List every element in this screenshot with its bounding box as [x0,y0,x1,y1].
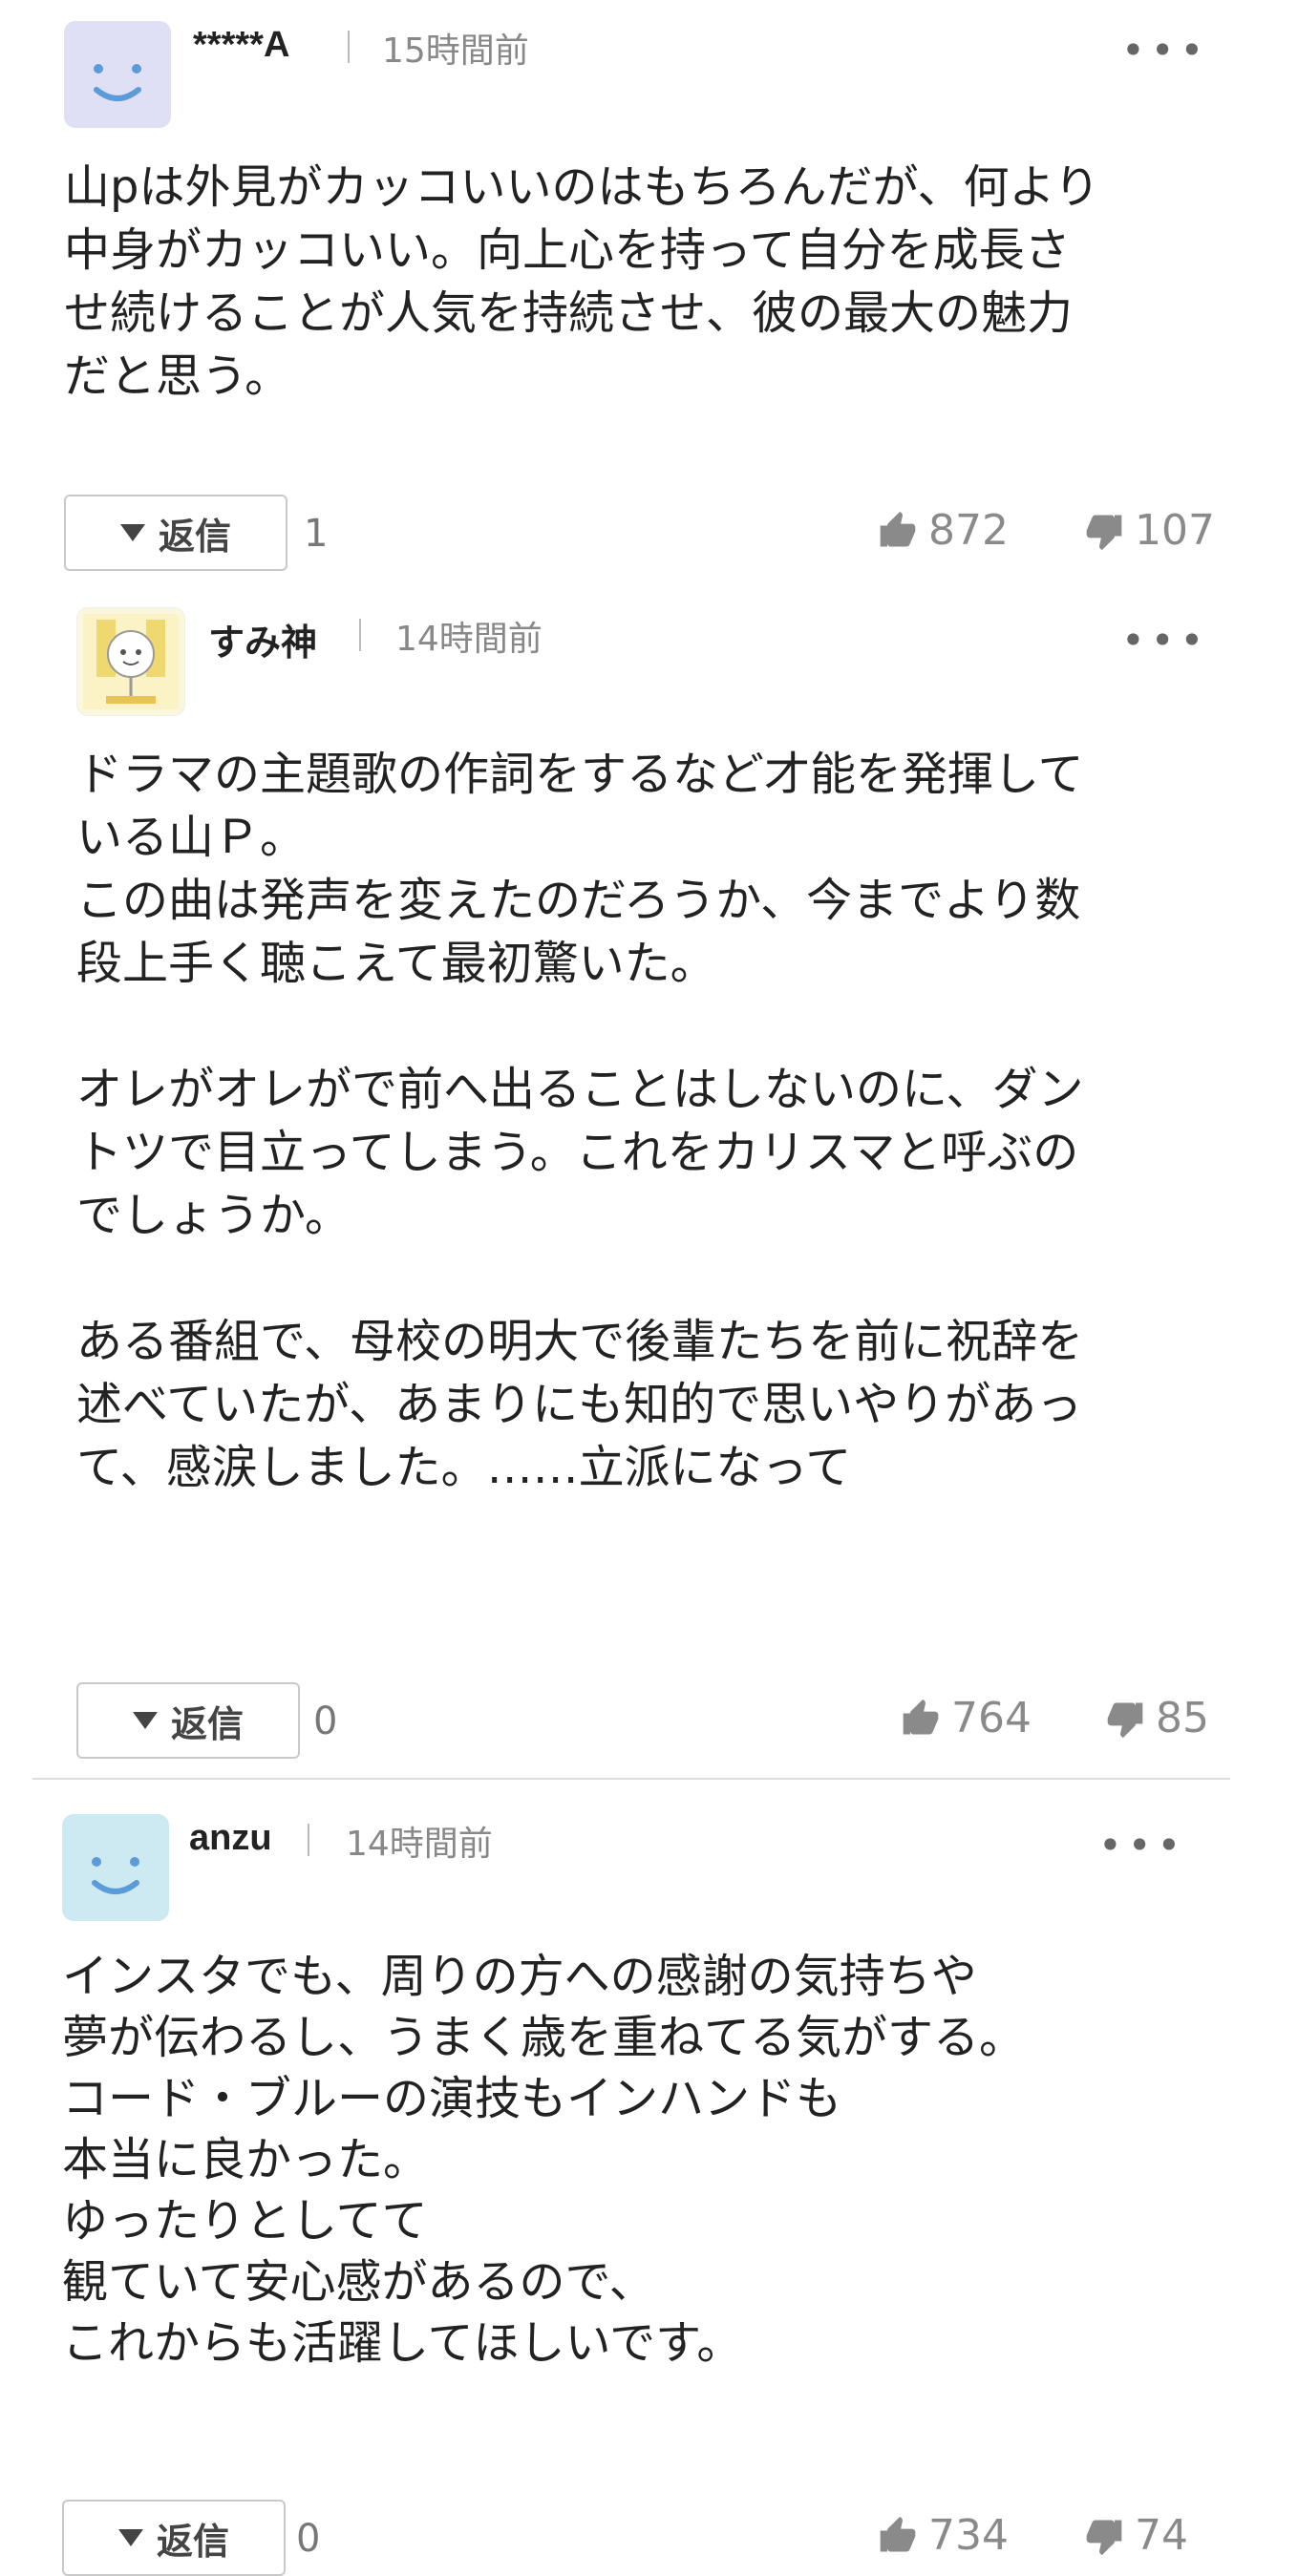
like-count: 764 [951,1694,1032,1742]
dislike-button[interactable]: 107 [1083,506,1215,555]
username[interactable]: *****A [193,25,289,66]
thumbs-down-icon [1107,1702,1143,1738]
reply-label: 返信 [170,1702,244,1745]
reply-label: 返信 [158,515,231,558]
thumbs-down-icon [1086,2520,1122,2555]
reply-button[interactable]: 返信 [62,2500,286,2576]
comment-text: インスタでも、周りの方への感謝の気持ちや 夢が伝わるし、うまく歳を重ねてる気がす… [62,1950,1026,2370]
more-dots-icon[interactable]: ••• [1121,27,1209,74]
triangle-down-icon [117,2529,143,2546]
reply-count: 0 [296,2517,321,2561]
reply-label: 返信 [156,2520,229,2563]
reply-count: 0 [313,1700,338,1743]
smiley-icon [94,64,141,101]
like-count: 872 [928,506,1009,555]
like-button[interactable]: 734 [877,2511,1009,2560]
like-button[interactable]: 872 [877,506,1009,555]
dislike-count: 107 [1135,506,1215,555]
thumbs-up-icon [880,2516,916,2551]
avatar[interactable] [64,21,171,128]
dislike-count: 85 [1156,1694,1209,1742]
thumbs-up-icon [880,511,916,546]
dislike-count: 74 [1135,2511,1188,2560]
username[interactable]: anzu [189,1818,272,1859]
more-dots-icon[interactable]: ••• [1098,1822,1186,1869]
reply-button[interactable]: 返信 [76,1682,300,1759]
triangle-down-icon [119,524,145,541]
sumigami-avatar-icon [83,614,179,709]
avatar[interactable] [76,607,185,716]
dislike-button[interactable]: 74 [1083,2511,1188,2560]
separator [348,31,350,63]
separator [359,619,361,651]
divider [32,1778,1230,1780]
timestamp: 15時間前 [382,32,529,71]
reply-count: 1 [304,512,329,556]
dislike-button[interactable]: 85 [1104,1694,1209,1742]
comment-text: 山pは外見がカッコいいのはもちろんだが、何より 中身がカッコいい。向上心を持って… [64,160,1100,403]
timestamp: 14時間前 [395,620,543,659]
like-button[interactable]: 764 [900,1694,1032,1742]
comment-text: ドラマの主題歌の作詞をするなど才能を発揮して いる山Ｐ。 この曲は発声を変えたの… [76,748,1084,1494]
username[interactable]: すみ神 [208,613,317,665]
reply-button[interactable]: 返信 [64,495,287,571]
like-count: 734 [928,2511,1009,2560]
separator [308,1824,309,1856]
timestamp: 14時間前 [346,1825,493,1864]
triangle-down-icon [132,1712,158,1729]
smiley-icon [92,1857,139,1894]
avatar[interactable] [62,1814,169,1921]
more-dots-icon[interactable]: ••• [1121,617,1209,664]
thumbs-up-icon [903,1699,939,1734]
thumbs-down-icon [1086,515,1122,550]
